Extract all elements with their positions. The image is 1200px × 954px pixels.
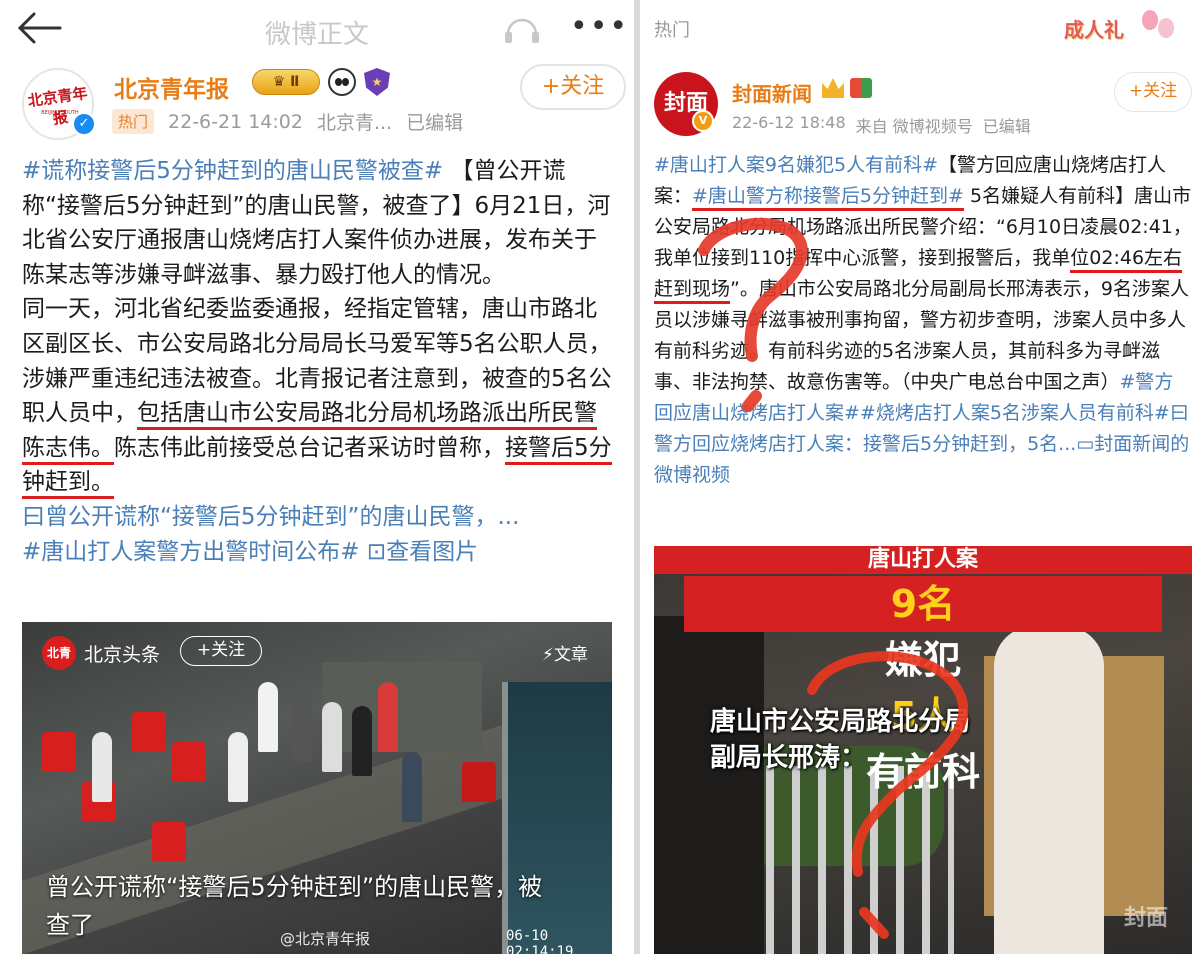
scene-person xyxy=(228,732,248,802)
scene-person xyxy=(292,692,312,762)
scene-person xyxy=(322,702,342,772)
hot-section-label: 热门 xyxy=(654,20,690,41)
video-banner-top: 唐山打人案 xyxy=(654,546,1192,574)
edited-label: 已编辑 xyxy=(982,117,1031,136)
post-via: 来自 微博视频号 xyxy=(855,117,973,136)
scene-chair xyxy=(42,732,76,772)
post-time: 22-6-21 14:02 xyxy=(168,110,303,133)
follow-button[interactable]: +关注 xyxy=(1114,72,1192,112)
listen-icon[interactable] xyxy=(502,12,542,46)
video-watermark: 封面 xyxy=(1124,906,1169,931)
hot-tag: 热门 xyxy=(112,109,155,134)
post-source: 北京青... xyxy=(316,112,393,134)
video-caption: 唐山市公安局路北分局 副局长邢涛： xyxy=(710,707,971,773)
hashtag-link[interactable]: #谎称接警后5分钟赶到的唐山民警被查# xyxy=(22,158,443,184)
balloon-icon xyxy=(1142,10,1158,30)
campaign-banner[interactable]: 成人礼 xyxy=(1058,8,1186,48)
article-label[interactable]: ⚡文章 xyxy=(542,640,588,665)
scene-person xyxy=(402,752,422,822)
scene-chair xyxy=(132,712,166,752)
edited-label: 已编辑 xyxy=(406,112,464,134)
follow-button[interactable]: +关注 xyxy=(520,64,626,110)
scene-person xyxy=(92,732,112,802)
post-body: #谎称接警后5分钟赶到的唐山民警被查# 【曾公开谎称“接警后5分钟赶到”的唐山民… xyxy=(22,154,618,569)
source-logo-icon: 北青 xyxy=(42,636,76,670)
post-body: #唐山打人案9名嫌犯5人有前科#【警方回应唐山烧烤店打人案：#唐山警方称接警后5… xyxy=(654,150,1192,491)
more-options-icon[interactable]: ••• xyxy=(570,12,627,42)
video-watermark: @北京青年报 xyxy=(280,930,371,948)
balloon-icon xyxy=(1158,18,1174,38)
post-time: 22-6-12 18:48 xyxy=(732,113,846,132)
cctv-timestamp: 06-10 02:14:19 xyxy=(506,928,574,954)
right-screenshot: 热门 成人礼 封面 V 封面新闻 +关注 22-6-12 18:48 来自 微博… xyxy=(640,0,1200,954)
account-badges: ♛ Ⅱ ★ xyxy=(252,66,390,98)
shield-icon: ★ xyxy=(364,68,390,96)
account-name[interactable]: 北京青年报 xyxy=(114,70,229,104)
hashtag-link-underlined[interactable]: #唐山警方称接警后5分钟赶到# xyxy=(692,185,964,211)
hashtag-link-2[interactable]: #唐山打人案警方出警时间公布# xyxy=(22,539,360,565)
post-paragraph-2-mid: 陈志伟此前接受总台记者采访时曾称， xyxy=(114,434,505,461)
banner-text: 成人礼 xyxy=(1064,18,1124,42)
scene-chair xyxy=(152,822,186,862)
verified-icon: ✓ xyxy=(72,112,96,136)
video-card[interactable]: 北青 北京头条 +关注 ⚡文章 曾公开谎称“接警后5分钟赶到”的唐山民警，被查了… xyxy=(22,622,612,954)
scene-person xyxy=(352,706,372,776)
flag-icon xyxy=(850,78,872,98)
hashtag-link[interactable]: #唐山打人案9名嫌犯5人有前科# xyxy=(654,154,938,176)
scene-person xyxy=(258,682,278,752)
video-source[interactable]: 北京头条 xyxy=(84,640,160,667)
post-meta: 22-6-12 18:48 来自 微博视频号 已编辑 xyxy=(732,113,1031,137)
panda-icon xyxy=(328,68,356,96)
top-nav-bar: 微博正文 ••• xyxy=(0,0,634,60)
scene-window xyxy=(322,662,482,752)
left-screenshot: 微博正文 ••• 北京青年报 BEIJING YOUTH DAILY ✓ 北京青… xyxy=(0,0,634,954)
video-follow-button[interactable]: +关注 xyxy=(180,636,262,666)
scene-person xyxy=(378,682,398,752)
scene-chair xyxy=(462,762,496,802)
post-text-3: ”。唐山市公安局路北分局副局长邢涛表示，9名涉案人员以涉嫌寻衅滋事被刑事拘留，警… xyxy=(654,278,1189,393)
post-meta: 热门 22-6-21 14:02 北京青... 已编辑 xyxy=(112,108,463,135)
article-link[interactable]: 曰曾公开谎称“接警后5分钟赶到”的唐山民警，... xyxy=(22,504,519,530)
crown-icon xyxy=(822,78,844,98)
video-card[interactable]: 唐山打人案 9名 嫌犯 5人 有前科 唐山市公安局路北分局 副局长邢涛： 封面 xyxy=(654,546,1192,954)
account-name[interactable]: 封面新闻 xyxy=(732,78,812,107)
account-badges xyxy=(822,78,872,98)
scene-chair xyxy=(172,742,206,782)
crown-level-icon: ♛ Ⅱ xyxy=(252,69,320,95)
verified-icon: V xyxy=(692,110,714,132)
video-banner-main: 9名 嫌犯 5人 有前科 xyxy=(684,576,1162,794)
view-images-link[interactable]: ⊡查看图片 xyxy=(367,539,478,565)
